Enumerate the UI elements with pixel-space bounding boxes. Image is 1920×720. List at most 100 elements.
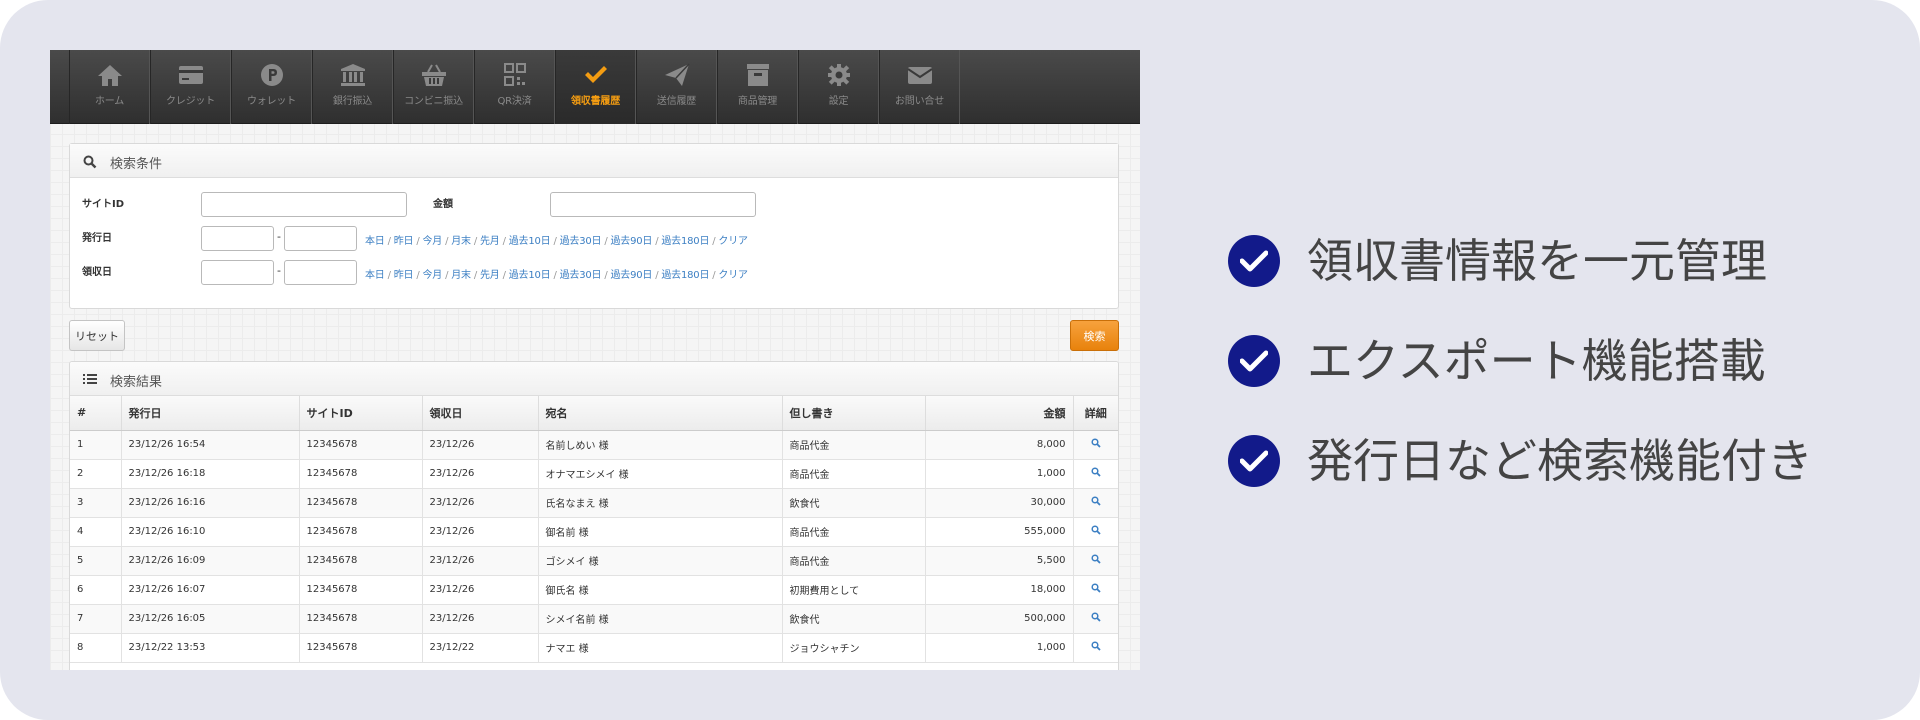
date-link-past-180[interactable]: 過去180日 (661, 236, 709, 247)
column-header[interactable]: 発行日 (121, 396, 300, 431)
site-id: 12345678 (299, 459, 423, 489)
issue-datetime: 23/12/26 16:05 (121, 604, 300, 634)
site-id: 12345678 (299, 546, 423, 576)
issue-datetime: 23/12/26 16:18 (121, 459, 300, 489)
column-header[interactable]: 宛名 (538, 396, 783, 431)
column-header[interactable]: 詳細 (1073, 396, 1118, 431)
nav-item-home[interactable]: ホーム (69, 50, 150, 124)
receipt-date: 23/12/26 (422, 430, 539, 460)
column-header[interactable]: 但し書き (782, 396, 926, 431)
date-link-this-month[interactable]: 今月 (423, 236, 443, 247)
nav-label: QR決済 (497, 96, 532, 107)
nav-item-products[interactable]: 商品管理 (717, 50, 798, 124)
results-panel: 検索結果 # 発行日 サイトID 領収日 宛名 但し書き 金額 詳細 1 23/… (69, 361, 1119, 670)
column-header[interactable]: 金額 (925, 396, 1074, 431)
table-row: 2 23/12/26 16:18 12345678 23/12/26 オナマエシメイ 様… (70, 459, 1118, 489)
column-header[interactable]: 領収日 (422, 396, 539, 431)
search-button[interactable]: 検索 (1070, 320, 1119, 351)
table-row: 1 23/12/26 16:54 12345678 23/12/26 名前しめい 様商品… (70, 430, 1118, 460)
row-number: 6 (70, 575, 122, 605)
issue-datetime: 23/12/26 16:54 (121, 430, 300, 460)
nav-label: 領収書履歴 (571, 96, 620, 107)
feature-text: 発行日など検索機能付き (1307, 434, 1813, 488)
nav-item-settings[interactable]: 設定 (798, 50, 879, 124)
nav-item-send-history[interactable]: 送信履歴 (636, 50, 717, 124)
site-id: 12345678 (299, 430, 423, 460)
nav-label: ウォレット (247, 96, 296, 107)
date-link-month-end[interactable]: 月末 (451, 236, 471, 247)
amount-input[interactable] (550, 192, 756, 217)
amount: 30,000 (925, 488, 1074, 518)
issue-datetime: 23/12/26 16:07 (121, 575, 300, 605)
amount: 500,000 (925, 604, 1074, 634)
detail-search-icon[interactable] (1073, 546, 1118, 576)
site-id: 12345678 (299, 575, 423, 605)
amount: 1,000 (925, 459, 1074, 489)
nav-item-receipt-history[interactable]: 領収書履歴 (555, 50, 636, 124)
envelope-icon (906, 67, 933, 84)
nav-item-konbini[interactable]: コンビニ振込 (393, 50, 474, 124)
table-row: 5 23/12/26 16:09 12345678 23/12/26 ゴシメイ 様商品代… (70, 546, 1118, 576)
promo-card: ホーム クレジット ウォレット 銀行振込 コンビニ振込 QR決済 領収書履歴 送… (0, 0, 1920, 720)
detail-search-icon[interactable] (1073, 517, 1118, 547)
detail-search-icon[interactable] (1073, 430, 1118, 460)
nav-item-bank[interactable]: 銀行振込 (312, 50, 393, 124)
date-link-month-end[interactable]: 月末 (451, 270, 471, 281)
date-link-past-10[interactable]: 過去10日 (509, 236, 551, 247)
detail-search-icon[interactable] (1073, 604, 1118, 634)
site-id: 12345678 (299, 633, 423, 663)
date-link-last-month[interactable]: 先月 (480, 270, 500, 281)
date-link-past-30[interactable]: 過去30日 (560, 270, 602, 281)
detail-search-icon[interactable] (1073, 459, 1118, 489)
row-number: 2 (70, 459, 122, 489)
amount-label: 金額 (433, 199, 453, 210)
memo: ジョウシャチン (782, 633, 926, 663)
date-link-clear[interactable]: クリア (718, 236, 748, 247)
date-link-last-month[interactable]: 先月 (480, 236, 500, 247)
wallet-p-icon (260, 64, 283, 86)
results-table: # 発行日 サイトID 領収日 宛名 但し書き 金額 詳細 1 23/12/26 … (70, 396, 1118, 663)
recipient-name: シメイ名前 様 (538, 604, 783, 634)
date-link-today[interactable]: 本日 (365, 236, 385, 247)
receipt-date-from-input[interactable] (201, 260, 274, 285)
nav-item-qr[interactable]: QR決済 (474, 50, 555, 124)
memo: 飲食代 (782, 488, 926, 518)
receipt-date-to-input[interactable] (284, 260, 357, 285)
nav-item-credit[interactable]: クレジット (150, 50, 231, 124)
gear-icon (827, 64, 850, 86)
date-link-past-90[interactable]: 過去90日 (611, 236, 653, 247)
nav-item-wallet[interactable]: ウォレット (231, 50, 312, 124)
column-header[interactable]: # (70, 396, 122, 431)
date-link-past-30[interactable]: 過去30日 (560, 236, 602, 247)
list-icon (83, 374, 97, 384)
date-link-today[interactable]: 本日 (365, 270, 385, 281)
date-link-past-180[interactable]: 過去180日 (661, 270, 709, 281)
issue-date-to-input[interactable] (284, 226, 357, 251)
basket-icon (421, 64, 446, 86)
column-header[interactable]: サイトID (299, 396, 423, 431)
memo: 商品代金 (782, 546, 926, 576)
date-link-clear[interactable]: クリア (718, 270, 748, 281)
detail-search-icon[interactable] (1073, 488, 1118, 518)
date-link-past-10[interactable]: 過去10日 (509, 270, 551, 281)
feature-text: エクスポート機能搭載 (1307, 334, 1766, 388)
receipt-date: 23/12/26 (422, 488, 539, 518)
date-link-yesterday[interactable]: 昨日 (394, 270, 414, 281)
nav-item-contact[interactable]: お問い合せ (879, 50, 960, 124)
date-link-yesterday[interactable]: 昨日 (394, 236, 414, 247)
date-link-past-90[interactable]: 過去90日 (611, 270, 653, 281)
check-circle-icon (1228, 435, 1280, 487)
date-link-this-month[interactable]: 今月 (423, 270, 443, 281)
recipient-name: 氏名なまえ 様 (538, 488, 783, 518)
receipt-date: 23/12/26 (422, 575, 539, 605)
results-panel-title: 検索結果 (110, 375, 163, 390)
detail-search-icon[interactable] (1073, 575, 1118, 605)
issue-date-from-input[interactable] (201, 226, 274, 251)
search-icon (83, 155, 97, 169)
issue-datetime: 23/12/26 16:09 (121, 546, 300, 576)
detail-search-icon[interactable] (1073, 633, 1118, 663)
reset-button[interactable]: リセット (69, 320, 125, 351)
search-panel-title: 検索条件 (110, 157, 163, 172)
site-id-input[interactable] (201, 192, 407, 217)
date-range-dash: - (277, 230, 281, 243)
